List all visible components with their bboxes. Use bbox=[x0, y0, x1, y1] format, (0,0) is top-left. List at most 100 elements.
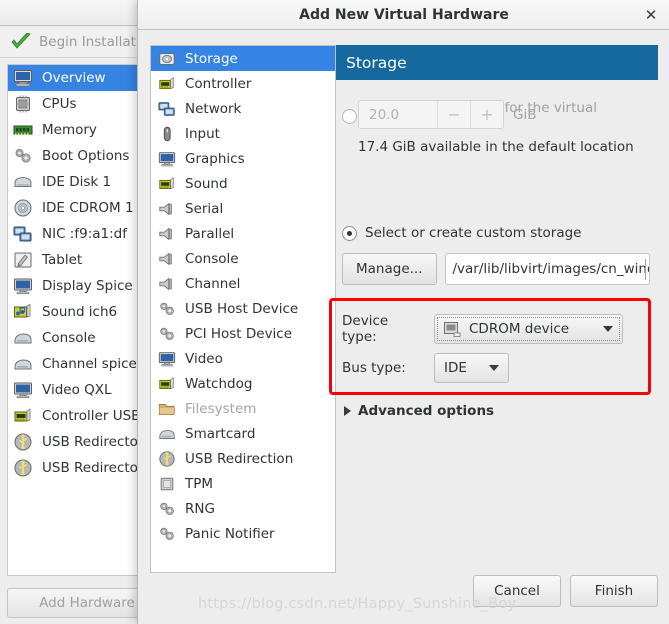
device-type-combobox[interactable]: CDROM device bbox=[434, 314, 624, 344]
hardware-type-item-graphics[interactable]: Graphics bbox=[151, 146, 335, 171]
cancel-button-label: Cancel bbox=[494, 583, 540, 599]
hardware-type-item-panic-notifier[interactable]: Panic Notifier bbox=[151, 521, 335, 546]
hardware-type-item-label: Graphics bbox=[185, 150, 245, 167]
network-icon bbox=[13, 224, 35, 244]
hardware-type-item-label: Parallel bbox=[185, 225, 235, 242]
vm-hardware-item-label: Boot Options bbox=[42, 148, 130, 164]
sound-icon bbox=[13, 302, 35, 322]
finish-button[interactable]: Finish bbox=[570, 575, 658, 607]
port-icon bbox=[158, 225, 176, 243]
vm-hardware-item-label: Controller USB bbox=[42, 408, 141, 424]
tablet-pen-icon bbox=[13, 250, 35, 270]
bus-type-row: Bus type: IDE bbox=[342, 353, 509, 383]
disk-size-row: 20.0 − + GiB bbox=[358, 100, 536, 129]
hardware-type-item-label: Sound bbox=[185, 175, 228, 192]
hardware-type-item-label: Channel bbox=[185, 275, 241, 292]
hardware-type-item-usb-redirection[interactable]: USB Redirection bbox=[151, 446, 335, 471]
hardware-type-item-rng[interactable]: RNG bbox=[151, 496, 335, 521]
gears-icon bbox=[158, 500, 176, 518]
vm-hardware-item-label: USB Redirecto bbox=[42, 460, 138, 476]
hardware-type-item-sound[interactable]: Sound bbox=[151, 171, 335, 196]
storage-path-row: Manage... /var/lib/libvirt/images/cn_win… bbox=[342, 253, 650, 285]
storage-config-pane: Storage Create a disk image for the virt… bbox=[329, 45, 658, 573]
custom-storage-radio[interactable] bbox=[342, 225, 357, 241]
cdrom-device-icon bbox=[444, 321, 461, 337]
hardware-type-item-console[interactable]: Console bbox=[151, 246, 335, 271]
hardware-type-item-tpm[interactable]: TPM bbox=[151, 471, 335, 496]
harddisk-icon bbox=[13, 172, 35, 192]
hardware-type-item-usb-host-device[interactable]: USB Host Device bbox=[151, 296, 335, 321]
chip-icon bbox=[158, 475, 176, 493]
gears-icon bbox=[13, 146, 35, 166]
hardware-type-item-pci-host-device[interactable]: PCI Host Device bbox=[151, 321, 335, 346]
controller-icon bbox=[158, 375, 176, 393]
finish-button-label: Finish bbox=[594, 583, 634, 599]
create-disk-radio[interactable] bbox=[342, 108, 357, 124]
available-space-note: 17.4 GiB available in the default locati… bbox=[358, 139, 634, 155]
hardware-type-item-label: Smartcard bbox=[185, 425, 256, 442]
gears-icon bbox=[158, 525, 176, 543]
hardware-type-item-video[interactable]: Video bbox=[151, 346, 335, 371]
device-type-label: Device type: bbox=[342, 313, 389, 345]
disk-size-increment-button[interactable]: + bbox=[470, 101, 503, 128]
size-unit-label: GiB bbox=[513, 106, 537, 123]
hardware-type-item-channel[interactable]: Channel bbox=[151, 271, 335, 296]
hardware-type-item-filesystem: Filesystem bbox=[151, 396, 335, 421]
hardware-type-item-controller[interactable]: Controller bbox=[151, 71, 335, 96]
advanced-options-expander[interactable]: Advanced options bbox=[344, 403, 494, 419]
advanced-options-label: Advanced options bbox=[358, 403, 495, 419]
bus-type-combobox[interactable]: IDE bbox=[434, 353, 509, 383]
storage-path-input[interactable]: /var/lib/libvirt/images/cn_windo bbox=[444, 253, 650, 285]
close-icon[interactable]: ✕ bbox=[641, 5, 661, 25]
add-hardware-label: Add Hardware bbox=[39, 595, 135, 611]
hardware-type-item-label: TPM bbox=[185, 475, 214, 492]
network-icon bbox=[158, 100, 176, 118]
hardware-type-item-label: Panic Notifier bbox=[185, 525, 275, 542]
memory-icon bbox=[13, 120, 35, 140]
hardware-type-item-parallel[interactable]: Parallel bbox=[151, 221, 335, 246]
hardware-type-item-label: Serial bbox=[185, 200, 224, 217]
vm-hardware-item-label: Tablet bbox=[42, 252, 83, 268]
display-icon bbox=[158, 350, 176, 368]
custom-storage-label: Select or create custom storage bbox=[365, 225, 582, 241]
disk-size-spinner[interactable]: 20.0 − + bbox=[358, 100, 504, 129]
vm-hardware-item-label: Display Spice bbox=[42, 278, 133, 294]
display-icon bbox=[13, 276, 35, 296]
panel-header: Storage bbox=[336, 45, 658, 80]
hardware-type-item-input[interactable]: Input bbox=[151, 121, 335, 146]
mouse-icon bbox=[158, 125, 176, 143]
manage-button[interactable]: Manage... bbox=[342, 253, 437, 285]
hardware-type-item-network[interactable]: Network bbox=[151, 96, 335, 121]
disk-size-value[interactable]: 20.0 bbox=[359, 101, 437, 128]
hardware-type-item-serial[interactable]: Serial bbox=[151, 196, 335, 221]
custom-storage-radio-row[interactable]: Select or create custom storage bbox=[342, 225, 581, 241]
hardware-type-item-smartcard[interactable]: Smartcard bbox=[151, 421, 335, 446]
usb-icon bbox=[13, 458, 35, 478]
cancel-button[interactable]: Cancel bbox=[473, 575, 561, 607]
dialog-title: Add New Virtual Hardware bbox=[299, 7, 509, 23]
controller-icon bbox=[13, 406, 35, 426]
manage-button-label: Manage... bbox=[356, 261, 423, 277]
monitor-icon bbox=[13, 68, 35, 88]
hardware-type-item-storage[interactable]: Storage bbox=[151, 46, 335, 71]
bus-type-label: Bus type: bbox=[342, 360, 406, 376]
port-icon bbox=[158, 275, 176, 293]
vm-hardware-item-label: USB Redirecto bbox=[42, 434, 138, 450]
vm-hardware-item-label: CPUs bbox=[42, 96, 77, 112]
hardware-type-list[interactable]: Storage Controller Network Input Graphics Sou… bbox=[150, 45, 336, 573]
hardware-type-item-label: USB Host Device bbox=[185, 300, 299, 317]
chevron-down-icon bbox=[488, 365, 499, 371]
hardware-type-item-label: Storage bbox=[185, 50, 238, 67]
bus-type-value: IDE bbox=[444, 360, 467, 376]
vm-hardware-item-label: Memory bbox=[42, 122, 97, 138]
hardware-type-item-watchdog[interactable]: Watchdog bbox=[151, 371, 335, 396]
panel-header-label: Storage bbox=[346, 53, 407, 72]
device-type-value: CDROM device bbox=[469, 321, 570, 337]
vm-hardware-item-label: IDE Disk 1 bbox=[42, 174, 112, 190]
gears-icon bbox=[158, 325, 176, 343]
storage-path-value: /var/lib/libvirt/images/cn_windo bbox=[452, 261, 650, 277]
device-type-row: Device type: CDROM device bbox=[342, 313, 624, 345]
screen: Begin Installati Overview CPUs Memory Boot … bbox=[0, 0, 669, 624]
disk-size-decrement-button[interactable]: − bbox=[437, 101, 470, 128]
controller-icon bbox=[158, 75, 176, 93]
